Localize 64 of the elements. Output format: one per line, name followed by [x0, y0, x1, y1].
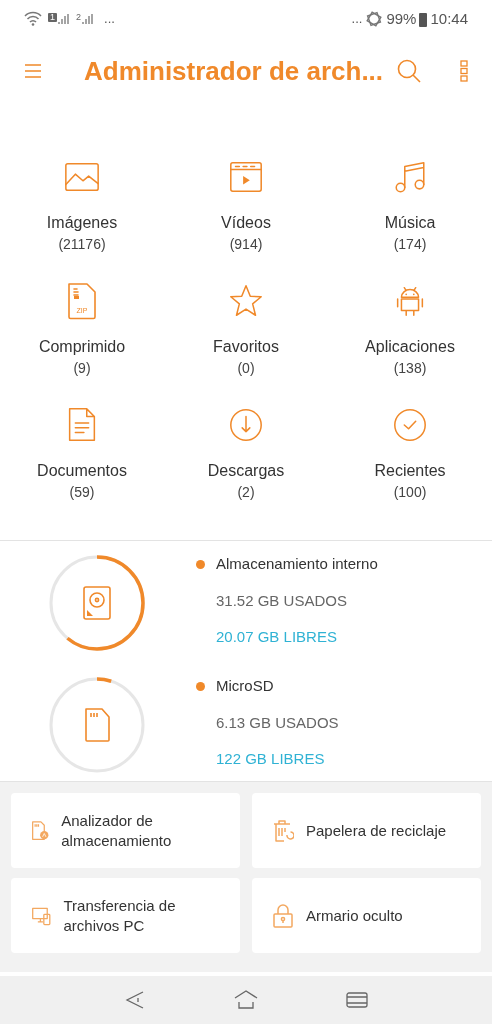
category-count: (21176) — [58, 235, 106, 254]
category-count: (9) — [73, 359, 91, 378]
category-count: (0) — [237, 359, 255, 378]
recent-apps-icon — [346, 991, 368, 1009]
clock-time: 10:44 — [430, 8, 468, 29]
battery-percent: 99% — [386, 8, 417, 29]
storage-free: 122 GB LIBRES — [216, 749, 326, 769]
storage-free: 20.07 GB LIBRES — [216, 627, 338, 647]
category-count: (138) — [393, 359, 427, 378]
app-title: Administrador de arch... — [84, 54, 384, 88]
more-options-button[interactable] — [458, 58, 470, 84]
battery-icon — [419, 11, 428, 27]
category-tile[interactable]: Imágenes (21176) — [0, 156, 164, 254]
category-tile[interactable]: Música (174) — [328, 156, 492, 254]
category-tile[interactable]: Recientes (100) — [328, 404, 492, 502]
category-count: (100) — [393, 483, 427, 502]
storage-row[interactable]: Almacenamiento interno 31.52 GB USADOS 20.07 GB LIBRES — [0, 553, 492, 653]
home-button[interactable] — [233, 988, 259, 1012]
category-count: (2) — [237, 483, 255, 502]
download-icon — [227, 406, 265, 444]
category-label: Vídeos — [221, 213, 271, 233]
category-label: Recientes — [374, 461, 446, 481]
category-tile[interactable]: Aplicaciones (138) — [328, 280, 492, 378]
tool-card-button[interactable]: Armario oculto — [252, 878, 481, 953]
sim-slot-number: 1 — [48, 13, 57, 22]
signal-icon — [58, 13, 70, 25]
category-tile[interactable]: Favoritos (0) — [164, 280, 328, 378]
padlock-icon — [272, 903, 294, 928]
tool-card-button[interactable]: Papelera de reciclaje — [252, 793, 481, 868]
menu-icon — [24, 63, 42, 79]
category-tile[interactable]: Documentos (59) — [0, 404, 164, 502]
tool-card-button[interactable]: Analizador de almacenamiento — [11, 793, 240, 868]
trash-can-icon — [272, 818, 294, 843]
storage-name: MicroSD — [216, 676, 274, 696]
storage-row[interactable]: MicroSD 6.13 GB USADOS 122 GB LIBRES — [0, 675, 492, 775]
sd-card-chart-icon — [31, 818, 50, 843]
category-label: Documentos — [37, 461, 127, 481]
status-more-text: ... — [351, 10, 363, 29]
sd-card-icon — [82, 707, 112, 743]
home-icon — [234, 990, 258, 1010]
back-triangle-icon — [125, 990, 145, 1010]
signal-icon — [82, 13, 95, 25]
wifi-icon — [24, 11, 42, 27]
status-more-text: ... — [104, 10, 115, 29]
search-icon — [396, 58, 422, 84]
category-count: (174) — [393, 235, 427, 254]
storage-used: 6.13 GB USADOS — [216, 713, 339, 733]
category-tile[interactable]: Vídeos (914) — [164, 156, 328, 254]
sim-slot-number: 2 — [76, 13, 82, 22]
category-tile[interactable]: Descargas (2) — [164, 404, 328, 502]
category-label: Aplicaciones — [365, 337, 455, 357]
category-label: Descargas — [207, 461, 285, 481]
category-label: Favoritos — [213, 337, 279, 357]
category-label: Comprimido — [38, 337, 126, 357]
category-label: Música — [384, 213, 436, 233]
storage-name: Almacenamiento interno — [216, 554, 378, 574]
storage-used: 31.52 GB USADOS — [216, 591, 348, 611]
more-options-icon — [460, 60, 468, 82]
category-count: (914) — [229, 235, 263, 254]
category-label: Imágenes — [46, 213, 118, 233]
category-count: (59) — [69, 483, 95, 502]
checkmark-circle-icon — [391, 406, 429, 444]
tool-card-button[interactable]: Transferencia de archivos PC — [11, 878, 240, 953]
hard-drive-icon — [82, 585, 112, 621]
